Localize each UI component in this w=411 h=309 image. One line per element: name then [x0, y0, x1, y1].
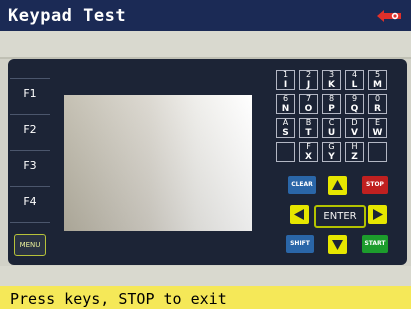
- shift-button[interactable]: SHIFT: [286, 235, 314, 253]
- stop-button[interactable]: STOP: [362, 176, 388, 194]
- keypad-key-number: A: [282, 118, 289, 127]
- keypad-key-letter: L: [351, 80, 358, 90]
- keypad-key-number: H: [351, 142, 358, 151]
- function-key-divider: [10, 222, 50, 223]
- function-key-list: F1 F2 F3 F4: [10, 78, 50, 258]
- status-bar: Press keys, STOP to exit: [0, 286, 411, 309]
- keypad-key-letter: T: [305, 128, 312, 138]
- keypad-key[interactable]: 3K: [322, 70, 341, 90]
- keypad-key-number: 3: [328, 70, 335, 79]
- keypad-key-letter: M: [373, 80, 382, 90]
- keypad-key[interactable]: 1I: [276, 70, 295, 90]
- title-bar: Keypad Test: [0, 0, 411, 31]
- arrow-up-button[interactable]: [328, 176, 347, 195]
- keypad-key-number: 4: [351, 70, 358, 79]
- keypad-key-letter: R: [374, 104, 381, 114]
- arrow-right-button[interactable]: [368, 205, 387, 224]
- keypad-key-number: C: [328, 118, 335, 127]
- start-button[interactable]: START: [362, 235, 388, 253]
- keypad-key-number: 1: [282, 70, 289, 79]
- keypad-key[interactable]: 2J: [299, 70, 318, 90]
- keypad-key-letter: N: [281, 104, 290, 114]
- keypad-key-letter: J: [306, 80, 311, 90]
- keypad-key-letter: O: [304, 104, 313, 114]
- keypad-key[interactable]: 4L: [345, 70, 364, 90]
- keypad-key[interactable]: 5M: [368, 70, 387, 90]
- clear-button[interactable]: CLEAR: [288, 176, 316, 194]
- keypad-key[interactable]: [276, 142, 295, 162]
- keypad-key-letter: U: [327, 128, 336, 138]
- status-message: Press keys, STOP to exit: [10, 290, 227, 308]
- keypad-key-letter: X: [305, 152, 312, 162]
- menu-button[interactable]: MENU: [14, 234, 46, 256]
- keypad-key-number: 5: [374, 70, 381, 79]
- f2-key[interactable]: F2: [10, 114, 50, 145]
- arrow-down-icon: [332, 240, 343, 250]
- keypad-key[interactable]: 8P: [322, 94, 341, 114]
- arrow-down-button[interactable]: [328, 235, 347, 254]
- bottom-band: [0, 266, 411, 286]
- arrow-left-button[interactable]: [290, 205, 309, 224]
- keypad-key-number: 9: [351, 94, 358, 103]
- f1-key[interactable]: F1: [10, 78, 50, 109]
- keypad-key[interactable]: AS: [276, 118, 295, 138]
- keypad-key[interactable]: 6N: [276, 94, 295, 114]
- keypad-key-letter: P: [328, 104, 335, 114]
- arrow-left-icon: [294, 209, 304, 220]
- keypad-key[interactable]: BT: [299, 118, 318, 138]
- keypad-key-letter: Z: [351, 152, 358, 162]
- keypad-key-number: 7: [305, 94, 312, 103]
- brand-logo-icon: [377, 10, 401, 22]
- keypad-key-letter: S: [282, 128, 289, 138]
- keypad-key[interactable]: GY: [322, 142, 341, 162]
- keypad-key-number: 2: [305, 70, 312, 79]
- keypad-key-letter: K: [328, 80, 335, 90]
- keypad-key-letter: Q: [350, 104, 359, 114]
- keypad-key-number: G: [328, 142, 335, 151]
- keypad-key-letter: I: [283, 80, 288, 90]
- keypad-key[interactable]: [368, 142, 387, 162]
- top-band: [0, 31, 411, 57]
- keypad-key[interactable]: 9Q: [345, 94, 364, 114]
- arrow-up-icon: [332, 180, 343, 190]
- keypad-key[interactable]: HZ: [345, 142, 364, 162]
- keypad-key[interactable]: 7O: [299, 94, 318, 114]
- keypad-key-letter: V: [351, 128, 358, 138]
- keypad-key[interactable]: EW: [368, 118, 387, 138]
- display-screen-shade: [64, 95, 252, 231]
- keypad-key-letter: W: [372, 128, 383, 138]
- f4-key[interactable]: F4: [10, 186, 50, 217]
- keypad-key-number: F: [306, 142, 311, 151]
- keypad-key[interactable]: 0R: [368, 94, 387, 114]
- window-title: Keypad Test: [8, 6, 127, 26]
- keypad-key[interactable]: FX: [299, 142, 318, 162]
- keypad-key-number: E: [374, 118, 381, 127]
- keypad-key-letter: Y: [328, 152, 335, 162]
- f3-key[interactable]: F3: [10, 150, 50, 181]
- keypad-key-number: D: [351, 118, 358, 127]
- enter-button[interactable]: ENTER: [314, 205, 366, 228]
- keypad-key-number: B: [305, 118, 312, 127]
- keypad-key-number: 0: [374, 94, 381, 103]
- keypad-key[interactable]: DV: [345, 118, 364, 138]
- keypad-key[interactable]: CU: [322, 118, 341, 138]
- arrow-right-icon: [373, 209, 383, 220]
- keypad-key-number: 8: [328, 94, 335, 103]
- keypad-key-number: 6: [282, 94, 289, 103]
